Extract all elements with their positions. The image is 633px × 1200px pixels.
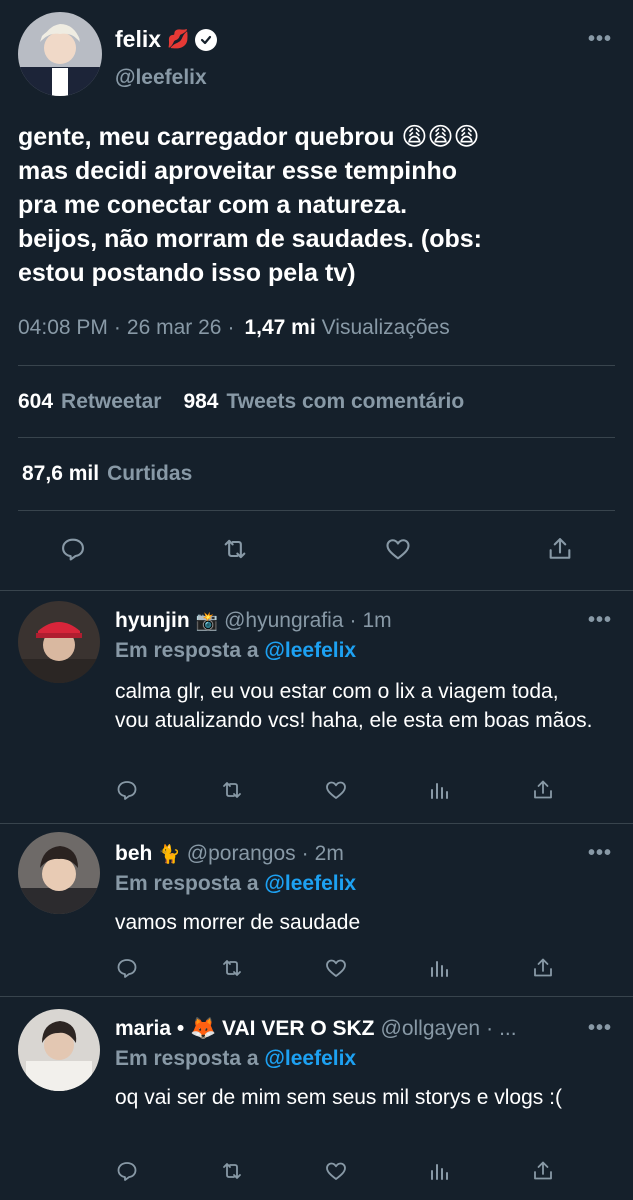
more-options-button[interactable]: ••• xyxy=(588,842,612,865)
analytics-icon[interactable] xyxy=(423,774,455,806)
author-handle[interactable]: @porangos xyxy=(187,842,296,866)
quotes-count[interactable]: 984 xyxy=(183,390,218,414)
reply-to-mention[interactable]: @leefelix xyxy=(264,1047,356,1070)
tweet-text: gente, meu carregador quebrou 😩😩😩 mas de… xyxy=(18,120,618,290)
reply-to-mention[interactable]: @leefelix xyxy=(264,639,356,662)
analytics-icon[interactable] xyxy=(423,1155,455,1187)
avatar[interactable] xyxy=(18,1009,100,1091)
reply-icon[interactable] xyxy=(111,952,143,984)
divider xyxy=(18,365,615,366)
tweet-text-line: mas decidi aproveitar esse tempinho xyxy=(18,157,458,185)
tweet-text-line: gente, meu carregador quebrou 😩😩😩 xyxy=(18,123,480,151)
analytics-icon[interactable] xyxy=(423,952,455,984)
reply-tweet[interactable]: beh 🐈 @porangos · 2m ••• Em resposta a @… xyxy=(0,824,633,994)
reply-icon[interactable] xyxy=(111,774,143,806)
verified-icon xyxy=(195,28,218,51)
author-row: maria • 🦊 VAI VER O SKZ @ollgayen · ... xyxy=(115,1017,517,1041)
author-handle[interactable]: @hyungrafia xyxy=(224,609,343,633)
reply-time[interactable]: 2m xyxy=(315,842,344,866)
avatar[interactable] xyxy=(18,601,100,683)
author-name[interactable]: felix xyxy=(115,26,161,53)
separator-dot: · xyxy=(301,842,309,865)
like-icon[interactable] xyxy=(382,533,414,565)
like-icon[interactable] xyxy=(320,1155,352,1187)
reply-tweet[interactable]: maria • 🦊 VAI VER O SKZ @ollgayen · ... … xyxy=(0,997,633,1200)
tweet-date[interactable]: 26 mar 26 xyxy=(127,316,222,340)
author-row: beh 🐈 @porangos · 2m xyxy=(115,842,344,866)
retweets-count[interactable]: 604 xyxy=(18,390,53,414)
retweet-icon[interactable] xyxy=(216,952,248,984)
engagement-stats: 604 Retweetar 984 Tweets com comentário xyxy=(18,390,486,414)
share-icon[interactable] xyxy=(544,533,576,565)
author-name[interactable]: hyunjin xyxy=(115,609,190,633)
reply-icon[interactable] xyxy=(57,533,89,565)
share-icon[interactable] xyxy=(527,1155,559,1187)
author-row: felix 💋 xyxy=(115,26,218,53)
retweet-icon[interactable] xyxy=(219,533,251,565)
separator-dot: · xyxy=(349,609,357,632)
author-name[interactable]: maria • 🦊 VAI VER O SKZ xyxy=(115,1017,375,1041)
author-handle[interactable]: @leefelix xyxy=(115,66,207,90)
reply-time[interactable]: ... xyxy=(499,1017,517,1041)
reply-to-mention[interactable]: @leefelix xyxy=(264,872,356,895)
likes-count[interactable]: 87,6 mil xyxy=(22,462,99,486)
tweet-meta: 04:08 PM · 26 mar 26 · 1,47 mi Visualiza… xyxy=(18,316,450,340)
author-name-emoji: 📸 xyxy=(195,610,219,631)
retweet-icon[interactable] xyxy=(216,1155,248,1187)
views-label: Visualizações xyxy=(321,316,450,339)
reply-to-label: Em resposta a xyxy=(115,1047,259,1070)
quotes-label[interactable]: Tweets com comentário xyxy=(226,390,464,414)
more-options-button[interactable]: ••• xyxy=(588,609,612,632)
divider xyxy=(18,437,615,438)
likes-label[interactable]: Curtidas xyxy=(107,462,192,486)
divider xyxy=(18,510,615,511)
reply-context: Em resposta a @leefelix xyxy=(115,639,356,663)
share-icon[interactable] xyxy=(527,774,559,806)
views-count: 1,47 mi xyxy=(244,316,316,339)
reply-text: calma glr, eu vou estar com o lix a viag… xyxy=(115,680,593,732)
share-icon[interactable] xyxy=(527,952,559,984)
separator-dot: · xyxy=(113,316,121,339)
separator-dot: · xyxy=(227,316,235,339)
author-handle[interactable]: @ollgayen xyxy=(381,1017,481,1041)
tweet-text-line: beijos, não morram de saudades. (obs: xyxy=(18,225,483,253)
like-icon[interactable] xyxy=(320,952,352,984)
more-options-button[interactable]: ••• xyxy=(588,1017,612,1040)
tweet-text-line: pra me conectar com a natureza. xyxy=(18,191,408,219)
reply-context: Em resposta a @leefelix xyxy=(115,1047,356,1071)
like-icon[interactable] xyxy=(320,774,352,806)
tweet-text-line: estou postando isso pela tv) xyxy=(18,259,356,287)
author-name-emoji: 🐈 xyxy=(158,843,181,864)
reply-text: vamos morrer de saudade xyxy=(115,911,361,934)
likes-stats: 87,6 mil Curtidas xyxy=(22,462,214,486)
author-row: hyunjin 📸 @hyungrafia · 1m xyxy=(115,609,392,633)
reply-to-label: Em resposta a xyxy=(115,872,259,895)
separator-dot: · xyxy=(486,1017,494,1040)
retweets-label[interactable]: Retweetar xyxy=(61,390,161,414)
avatar[interactable] xyxy=(18,832,100,914)
avatar[interactable] xyxy=(18,12,102,96)
author-name-emoji: 💋 xyxy=(167,29,190,49)
reply-icon[interactable] xyxy=(111,1155,143,1187)
more-options-button[interactable]: ••• xyxy=(588,28,612,51)
reply-time[interactable]: 1m xyxy=(362,609,391,633)
reply-context: Em resposta a @leefelix xyxy=(115,872,356,896)
reply-tweet[interactable]: hyunjin 📸 @hyungrafia · 1m ••• Em respos… xyxy=(0,591,633,813)
reply-text: oq vai ser de mim sem seus mil storys e … xyxy=(115,1086,562,1109)
tweet-time[interactable]: 04:08 PM xyxy=(18,316,108,340)
author-name[interactable]: beh xyxy=(115,842,152,866)
main-tweet: felix 💋 @leefelix ••• gente, meu carrega… xyxy=(0,0,633,590)
reply-to-label: Em resposta a xyxy=(115,639,259,662)
retweet-icon[interactable] xyxy=(216,774,248,806)
